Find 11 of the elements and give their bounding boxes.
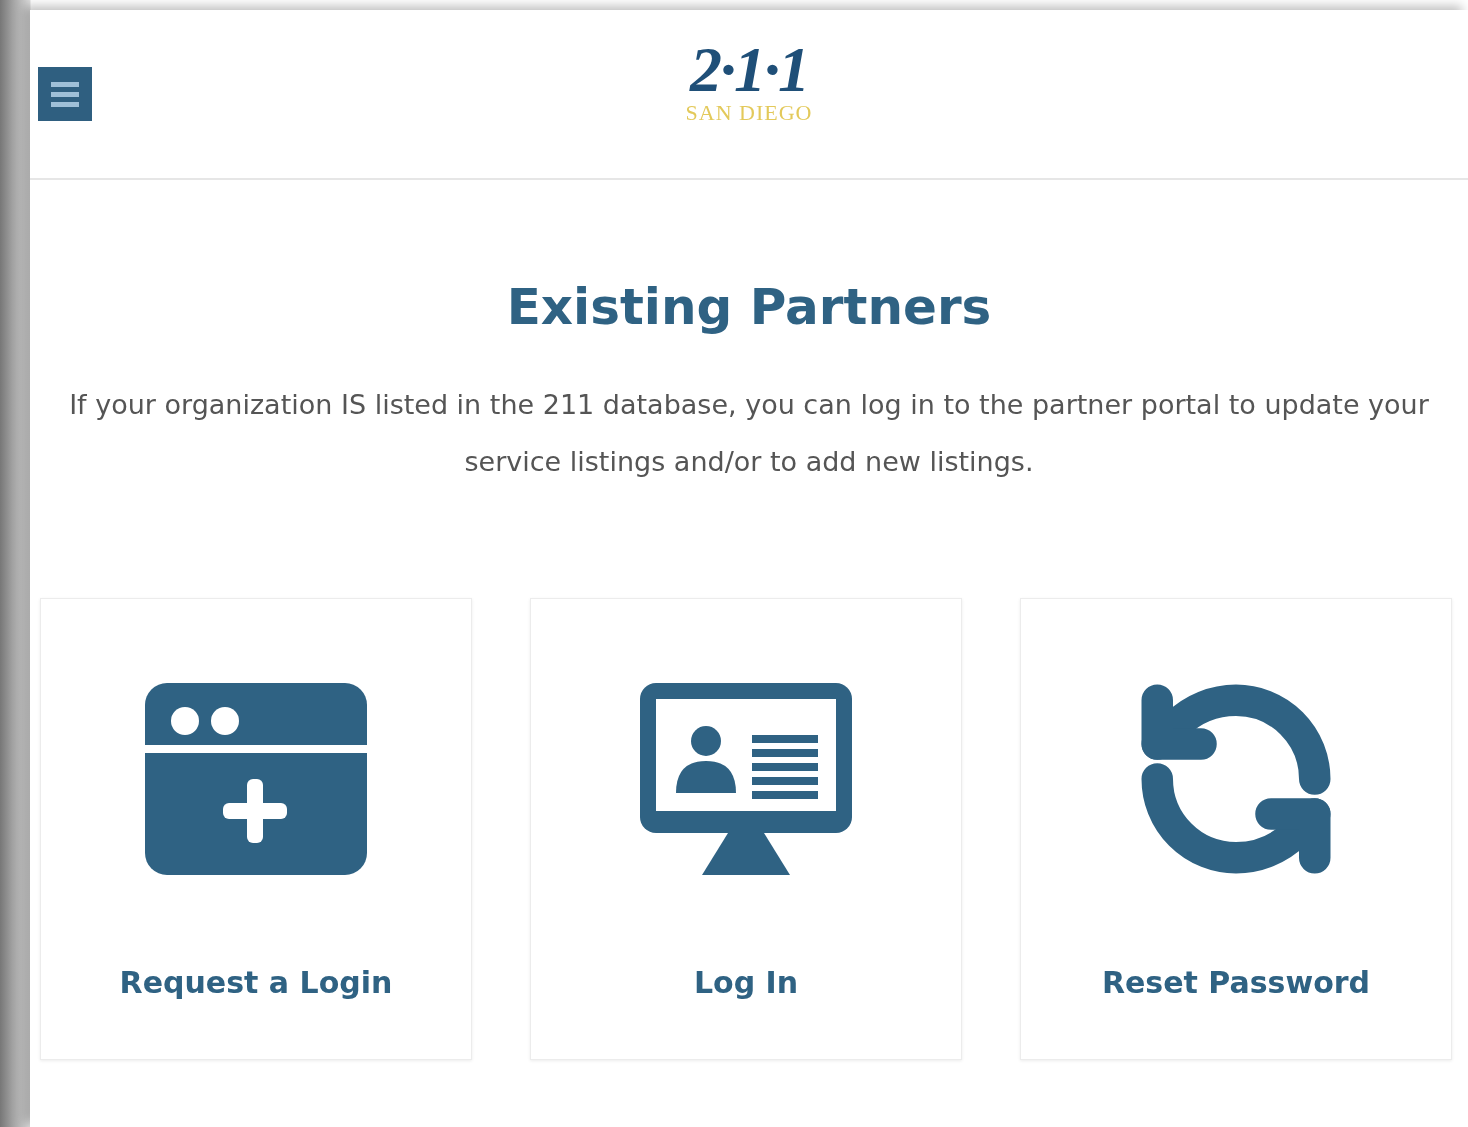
option-card[interactable]: Log In (530, 598, 962, 1060)
description: If your organization IS listed in the 211 database, you can log in to the partner portal to update your service listings and/or to add new listings. (68, 388, 1430, 479)
logo-subtitle: SAN DIEGO (685, 102, 813, 124)
monitor-profile-icon (640, 683, 852, 875)
new-window-icon (145, 683, 367, 875)
menu-button[interactable] (38, 67, 92, 121)
menu-icon (51, 81, 79, 107)
option-card[interactable]: Reset Password (1020, 598, 1452, 1060)
logo-mark: 2·1·1 (690, 38, 808, 102)
page-title: Existing Partners (505, 278, 993, 336)
option-card[interactable]: Request a Login (40, 598, 472, 1060)
